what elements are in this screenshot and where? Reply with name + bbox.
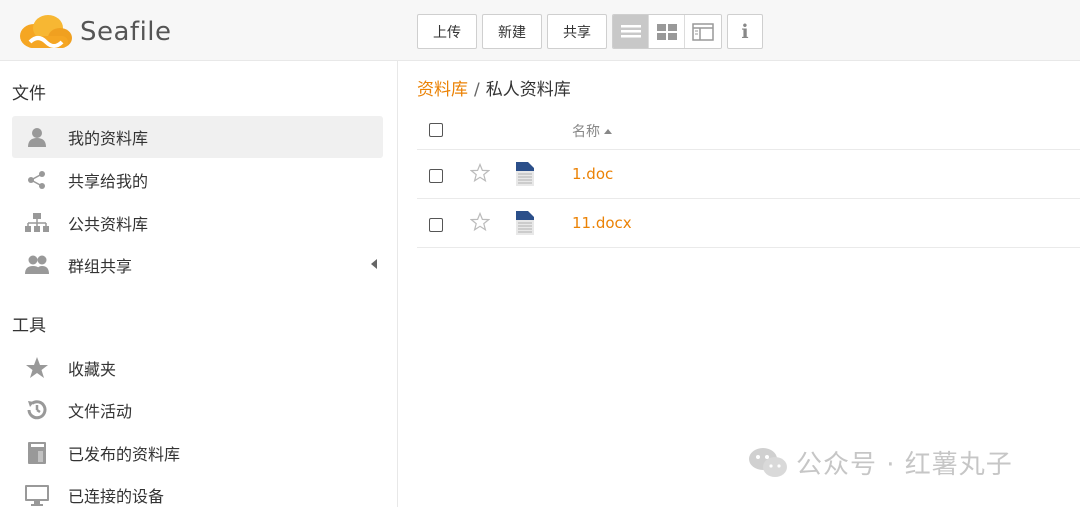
breadcrumb-current: 私人资料库	[485, 80, 571, 100]
grid-view-icon	[656, 23, 677, 40]
table-row[interactable]: 1.doc	[417, 150, 1080, 199]
sidebar-item-published-libraries[interactable]: 已发布的资料库	[12, 432, 383, 474]
new-button[interactable]: 新建	[482, 14, 542, 49]
logo-text: Seafile	[80, 17, 172, 47]
sidebar-item-file-activity[interactable]: 文件活动	[12, 389, 383, 431]
file-name-link[interactable]: 11.docx	[572, 214, 632, 232]
file-table: 名称 1.doc 11.docx	[417, 110, 1080, 248]
sidebar-item-label: 群组共享	[68, 257, 133, 276]
column-view-icon	[692, 22, 714, 41]
info-button[interactable]: i	[727, 14, 763, 49]
main-content: 资料库 / 私人资料库 名称 1.doc 11.docx	[398, 61, 1080, 507]
table-header-row: 名称	[417, 110, 1080, 150]
sidebar-item-public-libraries[interactable]: 公共资料库	[12, 202, 383, 244]
star-outline-icon[interactable]	[470, 163, 490, 183]
star-outline-icon[interactable]	[470, 212, 490, 232]
row-checkbox[interactable]	[429, 169, 443, 183]
watermark-text: 公众号 · 红薯丸子	[796, 450, 1013, 480]
seafile-logo[interactable]: Seafile	[16, 10, 172, 54]
sidebar-item-linked-devices[interactable]: 已连接的设备	[12, 474, 383, 507]
book-icon	[24, 440, 50, 466]
sidebar-item-label: 已发布的资料库	[68, 445, 181, 464]
share-button[interactable]: 共享	[547, 14, 607, 49]
sidebar-item-label: 文件活动	[68, 402, 133, 421]
name-header-label: 名称	[572, 124, 600, 140]
grid-view-button[interactable]	[649, 15, 685, 48]
collapse-caret-icon[interactable]	[371, 259, 377, 269]
row-checkbox[interactable]	[429, 218, 443, 232]
top-header: Seafile 上传 新建 共享 i	[0, 0, 1080, 61]
toolbar: 上传 新建 共享 i	[417, 14, 763, 49]
sidebar-item-label: 共享给我的	[68, 172, 149, 191]
sidebar: 文件 我的资料库 共享给我的 公共资料库 群组共享 工具 收藏夹 文件活动 已发…	[0, 61, 398, 507]
files-heading: 文件	[12, 84, 46, 104]
upload-button[interactable]: 上传	[417, 14, 477, 49]
file-name-link[interactable]: 1.doc	[572, 165, 613, 183]
sidebar-item-label: 收藏夹	[68, 360, 117, 379]
star-icon	[24, 355, 50, 381]
monitor-icon	[24, 482, 50, 507]
word-doc-icon	[516, 211, 534, 235]
history-icon	[24, 397, 50, 423]
sort-ascending-icon	[604, 129, 612, 134]
list-view-button[interactable]	[613, 15, 649, 48]
sidebar-item-favorites[interactable]: 收藏夹	[12, 347, 383, 389]
breadcrumb: 资料库 / 私人资料库	[417, 75, 571, 100]
org-icon	[24, 210, 50, 236]
name-column-header[interactable]: 名称	[572, 121, 612, 141]
list-view-icon	[620, 24, 641, 37]
breadcrumb-root-link[interactable]: 资料库	[417, 80, 468, 100]
breadcrumb-separator: /	[474, 80, 480, 100]
user-icon	[24, 124, 50, 150]
table-row[interactable]: 11.docx	[417, 199, 1080, 248]
sidebar-item-label: 我的资料库	[68, 129, 149, 148]
watermark: 公众号 · 红薯丸子	[748, 444, 1013, 481]
sidebar-item-label: 公共资料库	[68, 215, 149, 234]
wechat-icon	[749, 447, 787, 477]
select-all-checkbox[interactable]	[429, 123, 443, 137]
tools-heading: 工具	[12, 316, 46, 336]
sidebar-item-my-libraries[interactable]: 我的资料库	[12, 116, 383, 158]
view-mode-group	[612, 14, 722, 49]
column-view-button[interactable]	[685, 15, 721, 48]
sidebar-item-shared-with-me[interactable]: 共享给我的	[12, 159, 383, 201]
share-icon	[24, 167, 50, 193]
sidebar-item-group-share[interactable]: 群组共享	[12, 244, 383, 286]
word-doc-icon	[516, 162, 534, 186]
group-icon	[24, 252, 50, 278]
seafile-cloud-icon	[20, 15, 72, 48]
sidebar-item-label: 已连接的设备	[68, 487, 165, 506]
